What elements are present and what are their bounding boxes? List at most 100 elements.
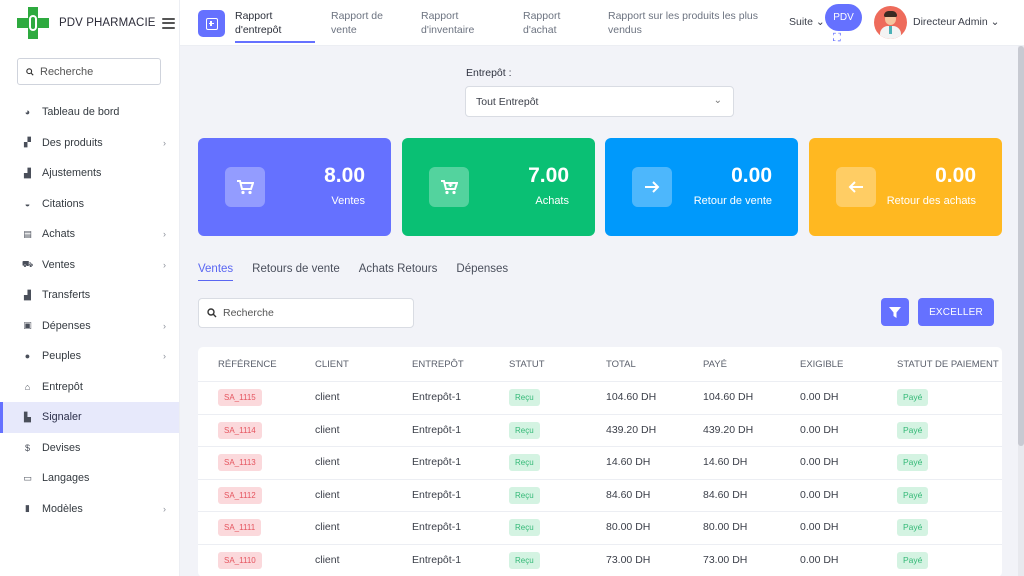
- stat-value: 0.00: [935, 164, 976, 187]
- tab-ventes[interactable]: Ventes: [198, 263, 234, 281]
- column-header[interactable]: STATUT DE PAIEMENT: [877, 358, 1002, 371]
- table-cell: 80.00 DH: [586, 521, 683, 534]
- sidebar-item-depenses[interactable]: ▣ Dépenses ›: [0, 311, 179, 342]
- sidebar-item-tableau-de-bord[interactable]: ◕ Tableau de bord: [0, 97, 179, 128]
- more-tabs-button[interactable]: Suite ⌄: [789, 16, 825, 28]
- due-cell: 0.00 DH: [800, 423, 839, 436]
- tab-rapport-inventaire[interactable]: Rapport d'inventaire: [421, 9, 501, 37]
- home-icon: ⌂: [24, 381, 31, 392]
- table-row[interactable]: SA_1113 client Entrepôt-1 Reçu 14.60 DH 14.60…: [198, 447, 1002, 480]
- sidebar-item-modeles[interactable]: ▮ Modèles ›: [0, 494, 179, 525]
- sidebar-item-des-produits[interactable]: ▞ Des produits ›: [0, 128, 179, 159]
- user-icon: ●: [24, 351, 31, 362]
- table-cell: 14.60 DH: [683, 456, 780, 469]
- sidebar-item-langages[interactable]: ▭ Langages: [0, 463, 179, 494]
- sidebar-item-transferts[interactable]: ▟ Transferts: [0, 280, 179, 311]
- table-row[interactable]: SA_1115 client Entrepôt-1 Reçu 104.60 DH 104.…: [198, 382, 1002, 415]
- reference-badge[interactable]: SA_1114: [218, 421, 262, 439]
- chevron-right-icon: ›: [163, 503, 166, 514]
- tab-rapport-vente[interactable]: Rapport de vente: [331, 9, 401, 37]
- table-row[interactable]: SA_1111 client Entrepôt-1 Reçu 80.00 DH 80.00…: [198, 512, 1002, 545]
- table-cell: client: [295, 521, 392, 534]
- total-cell: 14.60 DH: [606, 456, 651, 469]
- add-icon[interactable]: [198, 10, 225, 37]
- reference-badge[interactable]: SA_1110: [218, 551, 262, 569]
- filter-button[interactable]: [881, 298, 909, 326]
- total-cell: 439.20 DH: [606, 423, 657, 436]
- column-header[interactable]: CLIENT: [295, 358, 392, 371]
- pdv-button[interactable]: PDV: [825, 4, 862, 31]
- table-cell: Reçu: [489, 486, 586, 504]
- status-badge: Reçu: [509, 389, 540, 407]
- sidebar-search-input[interactable]: [40, 65, 160, 78]
- total-cell: 80.00 DH: [606, 521, 651, 534]
- table-cell: Entrepôt-1: [392, 554, 489, 567]
- sidebar-item-peuples[interactable]: ● Peuples ›: [0, 341, 179, 372]
- sidebar-item-signaler[interactable]: ▙ Signaler: [0, 402, 179, 433]
- main-content: Entrepôt : Tout Entrepôt ⌄ 8.00 Ventes 7…: [180, 46, 1024, 576]
- stat-card-ventes: 8.00 Ventes: [198, 138, 391, 236]
- column-header[interactable]: TOTAL: [586, 358, 683, 371]
- table-cell: Payé: [877, 389, 974, 407]
- table-cell: 73.00 DH: [586, 554, 683, 567]
- column-header[interactable]: RÉFÉRENCE: [198, 358, 295, 371]
- sidebar-item-devises[interactable]: $ Devises: [0, 433, 179, 464]
- sidebar-item-entrepot[interactable]: ⌂ Entrepôt: [0, 372, 179, 403]
- table-cell: client: [295, 391, 392, 404]
- sidebar-item-label: Des produits: [42, 136, 103, 149]
- client-cell: client: [315, 488, 340, 501]
- column-header[interactable]: ENTREPÔT: [392, 358, 489, 371]
- table-cell: 73.00 DH: [683, 554, 780, 567]
- sidebar-item-label: Achats: [42, 228, 76, 241]
- warehouse-cell: Entrepôt-1: [412, 391, 462, 404]
- table-search-input[interactable]: [223, 307, 393, 319]
- reference-badge[interactable]: SA_1112: [218, 486, 262, 504]
- payment-status-badge: Payé: [897, 519, 929, 537]
- table-cell: Reçu: [489, 519, 586, 537]
- warehouse-filter-label: Entrepôt :: [466, 67, 512, 79]
- user-menu[interactable]: Directeur Admin ⌄: [913, 16, 999, 28]
- avatar[interactable]: [874, 6, 907, 39]
- sidebar-item-label: Ventes: [42, 258, 76, 271]
- language-icon: ▭: [23, 472, 32, 483]
- warehouse-cell: Entrepôt-1: [412, 521, 462, 534]
- sidebar-item-ajustements[interactable]: ▟ Ajustements: [0, 158, 179, 189]
- sidebar-item-achats[interactable]: ▤ Achats ›: [0, 219, 179, 250]
- table-row[interactable]: SA_1114 client Entrepôt-1 Reçu 439.20 DH 439.…: [198, 415, 1002, 447]
- table-row[interactable]: SA_1110 client Entrepôt-1 Reçu 73.00 DH 73.00…: [198, 545, 1002, 576]
- column-header[interactable]: PAYÉ: [683, 358, 780, 371]
- tab-depenses[interactable]: Dépenses: [456, 263, 508, 281]
- sidebar-item-ventes[interactable]: ⛟ Ventes ›: [0, 250, 179, 281]
- tab-retours-vente[interactable]: Retours de vente: [252, 263, 340, 281]
- stat-card-retour-vente: 0.00 Retour de vente: [605, 138, 798, 236]
- sidebar-item-label: Langages: [42, 472, 90, 485]
- status-badge: Reçu: [509, 486, 540, 504]
- column-header[interactable]: STATUT: [489, 358, 586, 371]
- fullscreen-icon[interactable]: ⛶: [833, 33, 845, 44]
- table-cell: client: [295, 456, 392, 469]
- reference-badge[interactable]: SA_1115: [218, 389, 262, 407]
- menu-toggle-icon[interactable]: [161, 17, 175, 29]
- tab-achats-retours[interactable]: Achats Retours: [359, 263, 438, 281]
- reference-badge[interactable]: SA_1111: [218, 519, 262, 537]
- column-header[interactable]: EXIGIBLE: [780, 358, 877, 371]
- tab-rapport-achat[interactable]: Rapport d'achat: [523, 9, 583, 37]
- reference-badge[interactable]: SA_1113: [218, 454, 262, 472]
- warehouse-select[interactable]: Tout Entrepôt ⌄: [465, 86, 734, 117]
- sidebar-item-label: Transferts: [42, 289, 91, 302]
- table-search[interactable]: [198, 298, 414, 328]
- tab-rapport-produits-vendus[interactable]: Rapport sur les produits les plus vendus: [608, 9, 778, 37]
- table-cell: 0.00 DH: [780, 391, 877, 404]
- sidebar-item-citations[interactable]: ◒ Citations: [0, 189, 179, 220]
- sidebar-search[interactable]: [17, 58, 161, 85]
- table-cell: Entrepôt-1: [392, 456, 489, 469]
- table-cell: SA_1114: [198, 421, 295, 439]
- status-badge: Reçu: [509, 519, 540, 537]
- tab-rapport-entrepot[interactable]: Rapport d'entrepôt: [235, 9, 315, 37]
- table-cell: 14.60 DH: [586, 456, 683, 469]
- due-cell: 0.00 DH: [800, 521, 839, 534]
- export-excel-button[interactable]: EXCELLER: [918, 298, 994, 326]
- table-row[interactable]: SA_1112 client Entrepôt-1 Reçu 84.60 DH 84.60…: [198, 480, 1002, 512]
- scrollbar-thumb[interactable]: [1018, 46, 1024, 446]
- money-icon: ▣: [23, 320, 32, 331]
